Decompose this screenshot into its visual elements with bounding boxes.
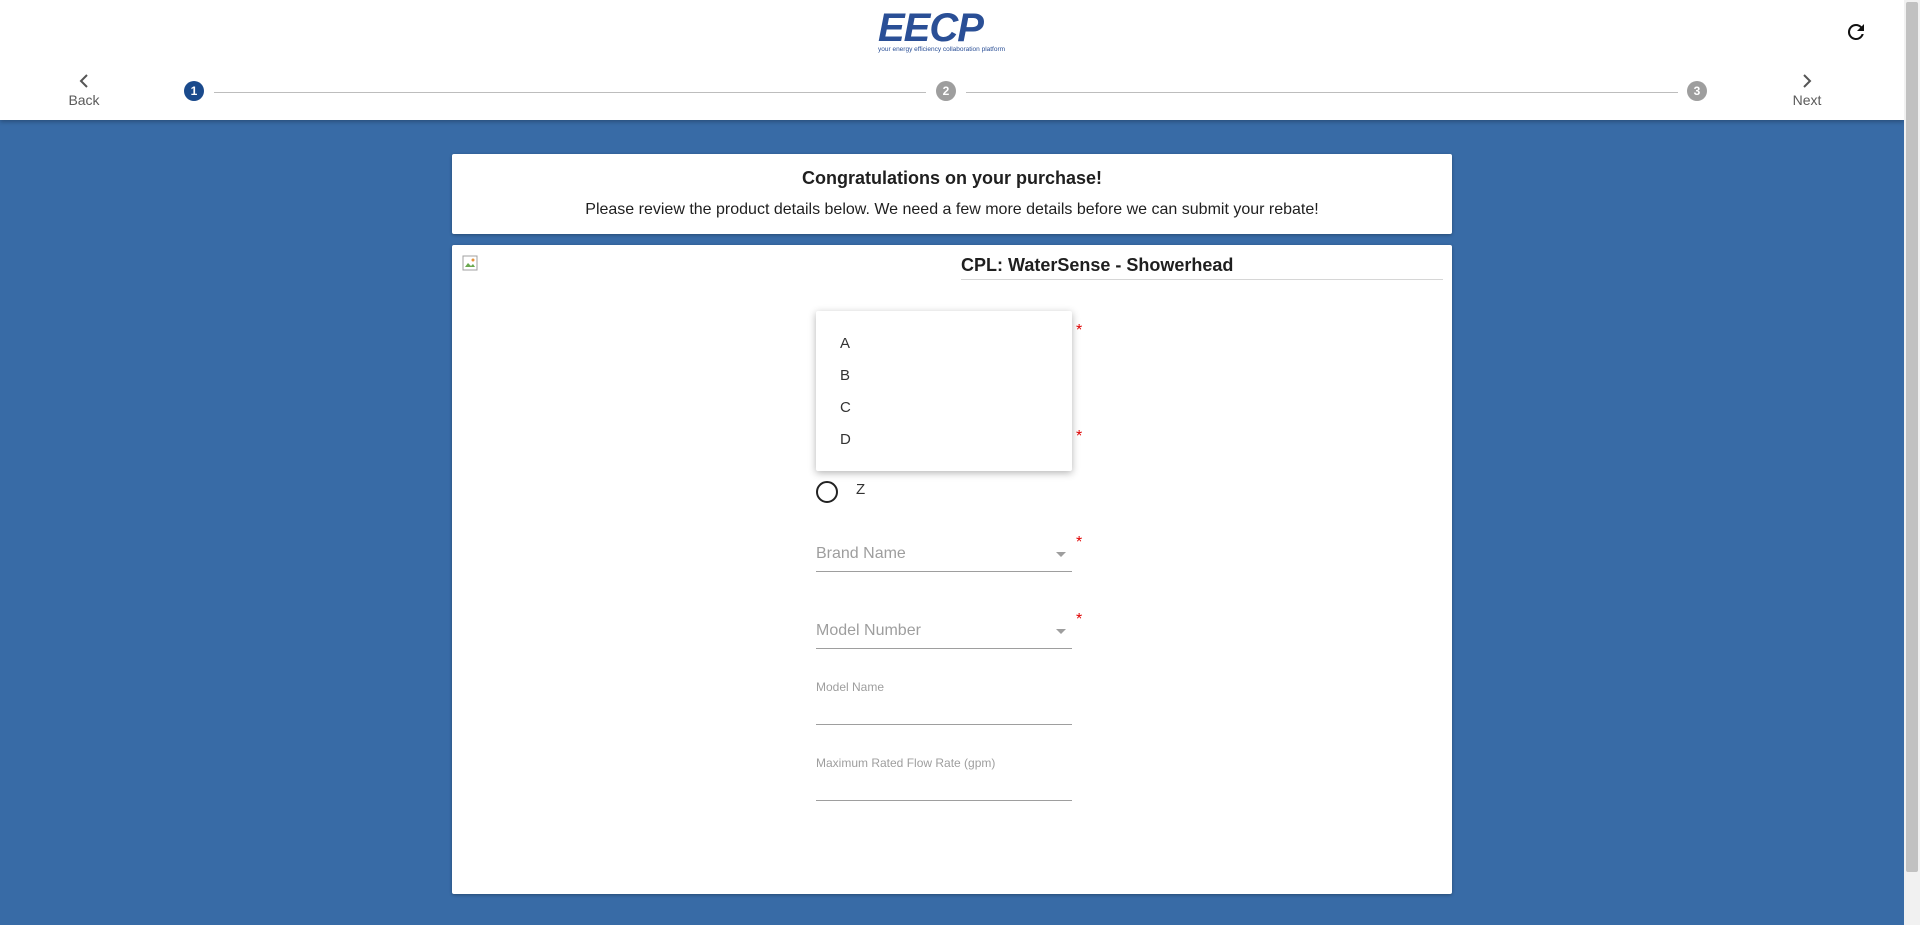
- scrollbar-thumb[interactable]: [1906, 2, 1918, 872]
- stepper-line-2: [966, 92, 1678, 93]
- chevron-left-icon: [49, 72, 119, 90]
- logo-tagline: your energy efficiency collaboration pla…: [878, 46, 1006, 53]
- step-3: 3: [1687, 81, 1707, 101]
- model-number-select[interactable]: Model Number: [816, 614, 1072, 649]
- brand-name-placeholder: Brand Name: [816, 545, 906, 562]
- intro-title: Congratulations on your purchase!: [801, 168, 1103, 188]
- next-label: Next: [1792, 92, 1822, 108]
- flow-rate-input[interactable]: [816, 772, 1076, 800]
- model-number-placeholder: Model Number: [816, 622, 921, 639]
- eecp-logo: EECP your energy efficiency collaboratio…: [876, 6, 1020, 56]
- flow-rate-label: Maximum Rated Flow Rate (gpm): [816, 756, 996, 770]
- refresh-icon: [1847, 23, 1864, 40]
- app-header: EECP your energy efficiency collaboratio…: [0, 0, 1904, 120]
- back-button[interactable]: Back: [49, 72, 119, 116]
- dropdown-option-a[interactable]: A: [840, 335, 850, 352]
- model-name-label: Model Name: [816, 680, 885, 694]
- dropdown-option-b[interactable]: B: [840, 367, 850, 384]
- refresh-button[interactable]: [1844, 20, 1868, 44]
- required-marker-brand: *: [1076, 534, 1083, 551]
- broken-image-icon: [462, 255, 478, 271]
- flow-rate-field[interactable]: Maximum Rated Flow Rate (gpm): [816, 756, 1076, 801]
- logo-text: EECP: [878, 6, 984, 50]
- dropdown-option-d[interactable]: D: [840, 431, 851, 448]
- required-marker-model-number: *: [1076, 611, 1083, 628]
- intro-subtitle: Please review the product details below.…: [585, 201, 1319, 218]
- stepper-line-1: [214, 92, 926, 93]
- radio-label: Z: [856, 481, 866, 498]
- step-2: 2: [936, 81, 956, 101]
- model-name-input[interactable]: [816, 696, 1076, 724]
- required-marker-field-2: *: [1076, 428, 1083, 445]
- required-marker-field-1: *: [1076, 322, 1083, 339]
- step-1: 1: [184, 81, 204, 101]
- model-name-field[interactable]: Model Name: [816, 680, 1076, 725]
- brand-name-select[interactable]: Brand Name: [816, 537, 1072, 572]
- back-label: Back: [68, 92, 100, 108]
- dropdown-arrow-icon: [1056, 629, 1066, 634]
- dropdown-menu: A B C D: [816, 311, 1072, 471]
- dropdown-arrow-icon: [1056, 552, 1066, 557]
- next-button[interactable]: Next: [1772, 72, 1842, 116]
- dropdown-option-c[interactable]: C: [840, 399, 851, 416]
- intro-card: Congratulations on your purchase! Please…: [452, 154, 1452, 234]
- product-title: CPL: WaterSense - Showerhead: [961, 253, 1443, 280]
- radio-circle[interactable]: [816, 481, 838, 503]
- chevron-right-icon: [1772, 72, 1842, 90]
